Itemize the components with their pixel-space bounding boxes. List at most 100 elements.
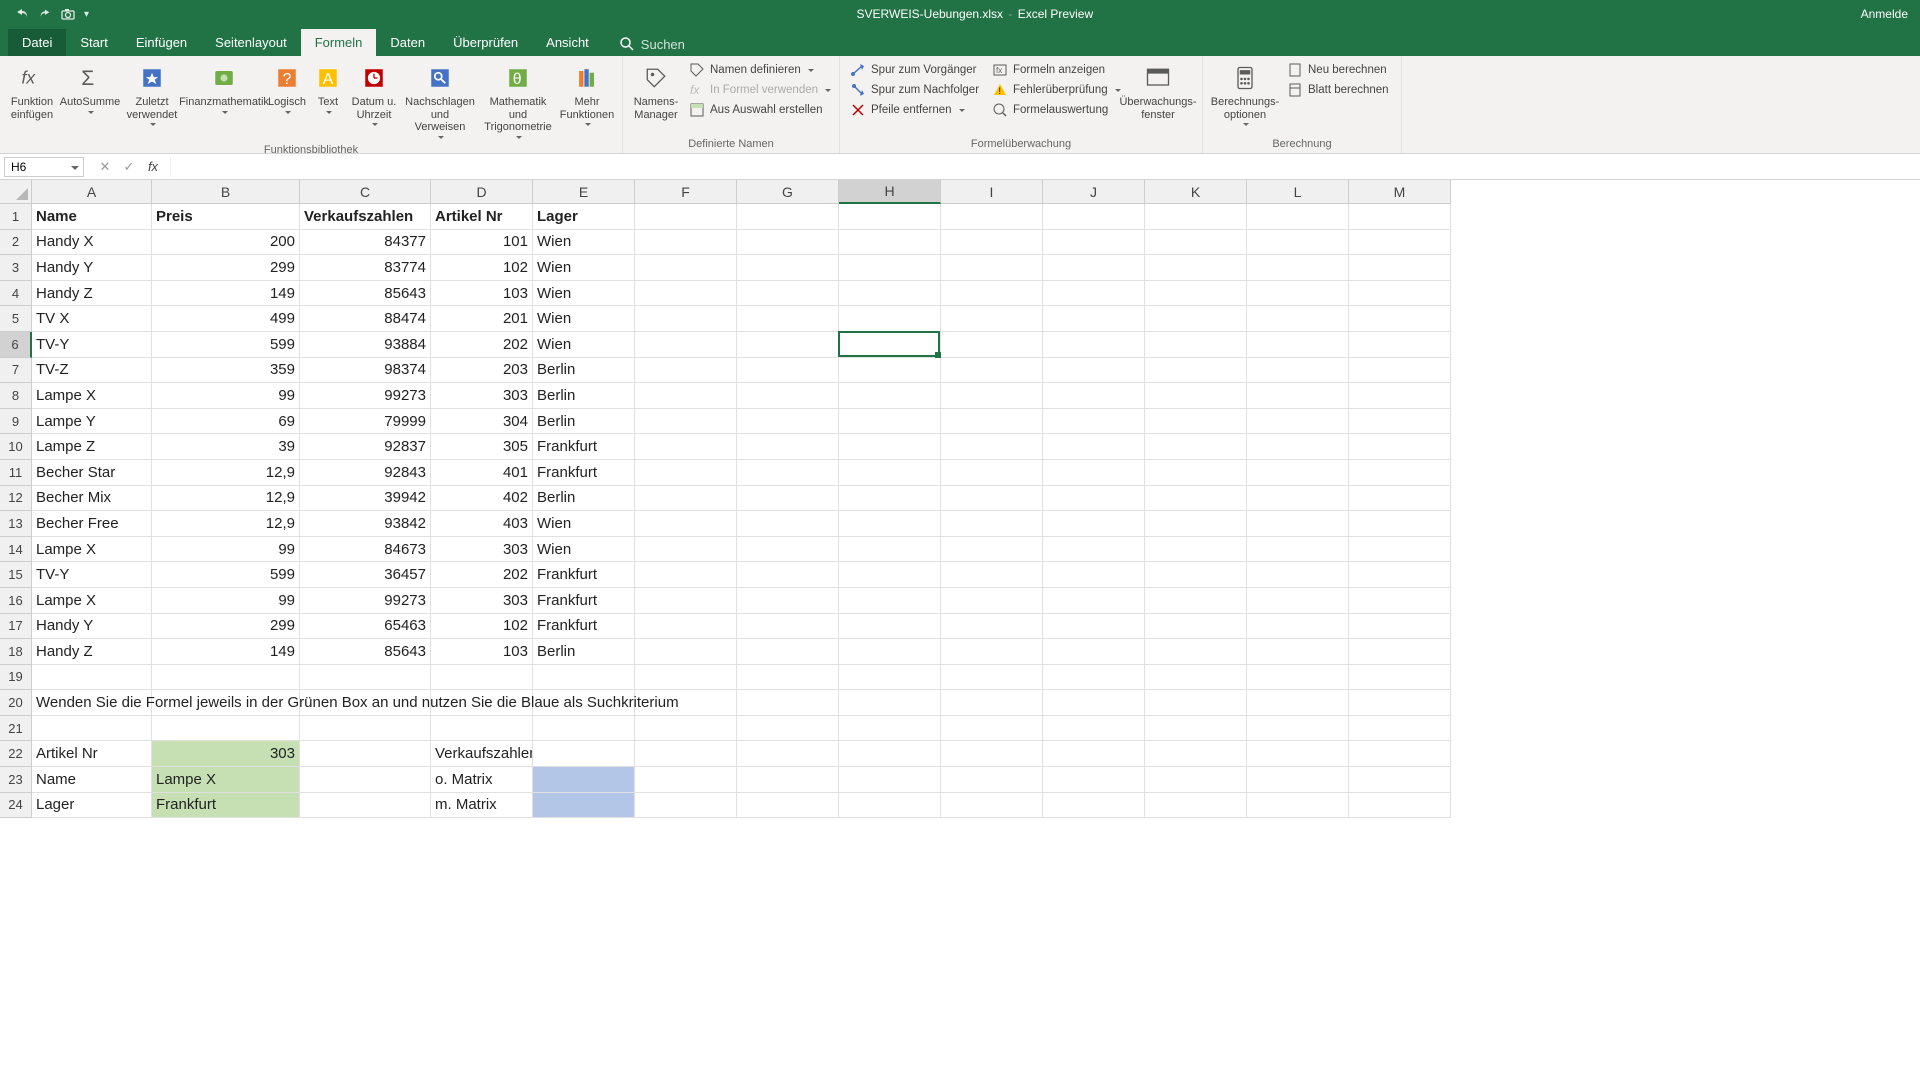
row-header-17[interactable]: 17 xyxy=(0,614,32,640)
name-box[interactable]: H6 xyxy=(4,157,84,177)
cell[interactable]: Frankfurt xyxy=(533,434,635,460)
cell[interactable]: 402 xyxy=(431,486,533,512)
column-header-J[interactable]: J xyxy=(1043,180,1145,204)
cell[interactable]: 303 xyxy=(431,588,533,614)
cell[interactable] xyxy=(1349,716,1451,742)
cell[interactable]: 149 xyxy=(152,281,300,307)
cell[interactable] xyxy=(941,281,1043,307)
cell[interactable]: Lager xyxy=(32,793,152,819)
cell[interactable] xyxy=(1247,409,1349,435)
cell[interactable]: Wien xyxy=(533,255,635,281)
row-header-11[interactable]: 11 xyxy=(0,460,32,486)
cell[interactable]: 99273 xyxy=(300,588,431,614)
tab-data[interactable]: Daten xyxy=(376,29,439,56)
cell[interactable] xyxy=(300,793,431,819)
row-header-19[interactable]: 19 xyxy=(0,665,32,691)
cell[interactable] xyxy=(737,255,839,281)
cell[interactable]: 203 xyxy=(431,358,533,384)
cell[interactable]: TV X xyxy=(32,306,152,332)
cell[interactable] xyxy=(635,306,737,332)
cell[interactable]: Frankfurt xyxy=(533,588,635,614)
cell[interactable]: 499 xyxy=(152,306,300,332)
cell[interactable] xyxy=(941,486,1043,512)
lookup-button[interactable]: Nachschlagen und Verweisen xyxy=(402,60,478,142)
cell[interactable]: 88474 xyxy=(300,306,431,332)
cell[interactable] xyxy=(32,716,152,742)
cell[interactable] xyxy=(1247,562,1349,588)
cell[interactable]: 599 xyxy=(152,332,300,358)
cell[interactable] xyxy=(941,204,1043,230)
cell[interactable]: Handy Z xyxy=(32,639,152,665)
cell[interactable] xyxy=(839,486,941,512)
cell[interactable] xyxy=(635,486,737,512)
cell[interactable] xyxy=(1043,434,1145,460)
cell[interactable] xyxy=(839,665,941,691)
cell[interactable]: 84673 xyxy=(300,537,431,563)
cell[interactable] xyxy=(533,741,635,767)
cell[interactable] xyxy=(1247,690,1349,716)
cell[interactable] xyxy=(1043,741,1145,767)
cell[interactable] xyxy=(839,332,941,358)
cell[interactable] xyxy=(941,230,1043,256)
define-name-button[interactable]: Namen definieren xyxy=(685,60,833,80)
cell[interactable] xyxy=(1247,741,1349,767)
tab-view[interactable]: Ansicht xyxy=(532,29,603,56)
cell[interactable] xyxy=(1145,716,1247,742)
cell[interactable]: Wien xyxy=(533,332,635,358)
cell[interactable]: Wien xyxy=(533,537,635,563)
cell[interactable] xyxy=(839,358,941,384)
cell[interactable] xyxy=(941,665,1043,691)
cell[interactable] xyxy=(839,511,941,537)
cell[interactable]: 102 xyxy=(431,614,533,640)
cell[interactable] xyxy=(941,767,1043,793)
cell[interactable]: TV-Z xyxy=(32,358,152,384)
cell[interactable] xyxy=(635,537,737,563)
cell[interactable]: 93884 xyxy=(300,332,431,358)
cell[interactable]: 103 xyxy=(431,281,533,307)
cell[interactable] xyxy=(1043,409,1145,435)
cell[interactable] xyxy=(1145,486,1247,512)
cell[interactable] xyxy=(1043,230,1145,256)
cell[interactable]: o. Matrix xyxy=(431,767,533,793)
math-button[interactable]: θ Mathematik und Trigonometrie xyxy=(480,60,556,142)
cell[interactable]: Preis xyxy=(152,204,300,230)
cell[interactable] xyxy=(1043,562,1145,588)
cell[interactable] xyxy=(1247,511,1349,537)
show-formulas-button[interactable]: fxFormeln anzeigen xyxy=(988,60,1118,80)
cell[interactable] xyxy=(839,204,941,230)
cell[interactable] xyxy=(1043,486,1145,512)
cell[interactable] xyxy=(737,281,839,307)
watch-window-button[interactable]: Überwachungs-fenster xyxy=(1120,60,1196,123)
cell[interactable]: 12,9 xyxy=(152,460,300,486)
cell[interactable]: 12,9 xyxy=(152,511,300,537)
cell[interactable]: Lampe X xyxy=(32,537,152,563)
row-header-2[interactable]: 2 xyxy=(0,230,32,256)
cell[interactable] xyxy=(152,665,300,691)
cell[interactable] xyxy=(839,409,941,435)
cell[interactable]: Berlin xyxy=(533,409,635,435)
cell[interactable]: Lager xyxy=(533,204,635,230)
cell[interactable] xyxy=(737,460,839,486)
cell[interactable]: Becher Mix xyxy=(32,486,152,512)
cell[interactable] xyxy=(737,716,839,742)
cell[interactable]: 12,9 xyxy=(152,486,300,512)
cell[interactable]: Frankfurt xyxy=(533,460,635,486)
cell[interactable] xyxy=(1043,665,1145,691)
cell[interactable]: Wien xyxy=(533,281,635,307)
row-header-8[interactable]: 8 xyxy=(0,383,32,409)
row-header-7[interactable]: 7 xyxy=(0,358,32,384)
cell[interactable] xyxy=(839,281,941,307)
cell[interactable] xyxy=(1145,358,1247,384)
cell[interactable] xyxy=(635,588,737,614)
row-header-15[interactable]: 15 xyxy=(0,562,32,588)
cell[interactable] xyxy=(1145,332,1247,358)
row-header-4[interactable]: 4 xyxy=(0,281,32,307)
cell[interactable]: Handy Y xyxy=(32,614,152,640)
cell[interactable]: 149 xyxy=(152,639,300,665)
cell[interactable] xyxy=(1349,639,1451,665)
cell[interactable] xyxy=(737,409,839,435)
fx-button[interactable]: fx xyxy=(142,157,164,177)
financial-button[interactable]: Finanzmathematik xyxy=(184,60,264,117)
cell[interactable] xyxy=(737,793,839,819)
cell[interactable] xyxy=(431,665,533,691)
